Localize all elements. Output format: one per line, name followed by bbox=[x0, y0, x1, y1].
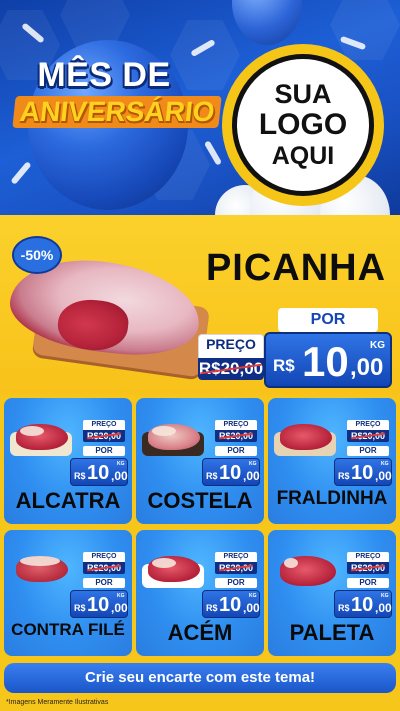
old-price: R$20,00 bbox=[215, 430, 257, 442]
product-card[interactable]: PREÇO R$20,00 POR R$ 10 ,00 KG FRALDINHA bbox=[268, 398, 396, 524]
por-label: POR bbox=[278, 308, 378, 332]
header-banner: MÊS DE ANIVERSÁRIO SUA LOGO AQUI bbox=[0, 0, 400, 215]
product-name: ACÉM bbox=[167, 620, 233, 645]
old-price: R$20,00 bbox=[83, 562, 125, 574]
product-card[interactable]: PREÇO R$20,00 POR R$ 10 ,00 KG ALCATRA bbox=[4, 398, 132, 524]
disclaimer-text: *Imagens Meramente Ilustrativas bbox=[0, 695, 400, 711]
unit-label: KG bbox=[370, 340, 385, 351]
preco-label: PREÇO bbox=[347, 420, 389, 430]
meat-image bbox=[142, 556, 204, 588]
confetti bbox=[10, 161, 32, 185]
preco-label: PREÇO bbox=[83, 552, 125, 562]
preco-label: PREÇO bbox=[347, 552, 389, 562]
price-tag: R$ 10 ,00 KG bbox=[70, 590, 128, 618]
unit-label: KG bbox=[117, 461, 125, 467]
por-label: POR bbox=[215, 578, 257, 588]
price-decimal: ,00 bbox=[243, 601, 260, 615]
unit-label: KG bbox=[117, 593, 125, 599]
price-decimal: ,00 bbox=[375, 469, 392, 483]
price-integer: 10 bbox=[302, 338, 349, 385]
price-integer: 10 bbox=[87, 462, 110, 484]
unit-label: KG bbox=[249, 461, 257, 467]
por-label: POR bbox=[83, 446, 125, 456]
price-tag: R$ 10 ,00 KG bbox=[334, 590, 392, 618]
meat-image bbox=[142, 424, 204, 456]
featured-product-name: PICANHA bbox=[205, 247, 387, 289]
unit-label: KG bbox=[381, 461, 389, 467]
product-name: CONTRA FILÉ bbox=[11, 620, 125, 639]
price-tag: R$ 10 ,00 KG bbox=[202, 458, 260, 486]
logo-text-1: SUA bbox=[274, 79, 332, 109]
product-name: PALETA bbox=[289, 620, 375, 645]
por-label: POR bbox=[347, 446, 389, 456]
campaign-title: MÊS DE ANIVERSÁRIO bbox=[12, 56, 223, 128]
por-label: POR bbox=[83, 578, 125, 588]
currency: R$ bbox=[273, 356, 295, 375]
price-integer: 10 bbox=[219, 462, 242, 484]
old-price: R$20,00 bbox=[347, 562, 389, 574]
currency: R$ bbox=[338, 471, 350, 481]
preco-label: PREÇO bbox=[215, 420, 257, 430]
preco-label: PREÇO bbox=[206, 336, 256, 352]
meat-image bbox=[10, 556, 72, 586]
price-tag: R$ 10 ,00 KG bbox=[264, 332, 392, 388]
hex-decoration bbox=[330, 0, 400, 60]
old-price: R$20,00 bbox=[215, 562, 257, 574]
currency: R$ bbox=[206, 471, 218, 481]
old-price: R$20,00 bbox=[347, 430, 389, 442]
price-tag: R$ 10 ,00 KG bbox=[202, 590, 260, 618]
title-line-2: ANIVERSÁRIO bbox=[12, 96, 223, 128]
product-name: ALCATRA bbox=[15, 488, 121, 513]
currency: R$ bbox=[74, 603, 86, 613]
create-flyer-button[interactable]: Crie seu encarte com este tema! bbox=[4, 663, 396, 693]
price-tag: R$ 10 ,00 KG bbox=[70, 458, 128, 486]
logo-text-2: LOGO bbox=[258, 108, 348, 141]
balloon-image bbox=[232, 0, 302, 45]
product-name: COSTELA bbox=[147, 488, 253, 513]
price-tag: R$ 10 ,00 KG bbox=[334, 458, 392, 486]
price-integer: 10 bbox=[351, 462, 374, 484]
logo-text-3: AQUI bbox=[271, 142, 335, 170]
price-decimal: ,00 bbox=[375, 601, 392, 615]
old-price: R$20,00 bbox=[83, 430, 125, 442]
preco-label: PREÇO bbox=[83, 420, 125, 430]
meat-image bbox=[274, 424, 336, 456]
price-integer: 10 bbox=[219, 594, 242, 616]
meat-image bbox=[10, 424, 72, 456]
product-card[interactable]: PREÇO R$20,00 POR R$ 10 ,00 KG COSTELA bbox=[136, 398, 264, 524]
price-decimal: ,00 bbox=[111, 601, 128, 615]
price-decimal: ,00 bbox=[243, 469, 260, 483]
por-label: POR bbox=[347, 578, 389, 588]
product-card[interactable]: PREÇO R$20,00 POR R$ 10 ,00 KG PALETA bbox=[268, 530, 396, 656]
price-decimal: ,00 bbox=[111, 469, 128, 483]
price-integer: 10 bbox=[351, 594, 374, 616]
price-decimal: ,00 bbox=[350, 354, 384, 381]
product-name: FRALDINHA bbox=[276, 488, 388, 509]
unit-label: KG bbox=[381, 593, 389, 599]
por-label: POR bbox=[215, 446, 257, 456]
price-integer: 10 bbox=[87, 594, 110, 616]
currency: R$ bbox=[338, 603, 350, 613]
discount-badge: -50% bbox=[12, 236, 62, 274]
old-price: R$20,00 bbox=[198, 358, 264, 380]
meat-image bbox=[274, 556, 336, 586]
title-line-1: MÊS DE bbox=[37, 56, 171, 94]
unit-label: KG bbox=[249, 593, 257, 599]
product-card[interactable]: PREÇO R$20,00 POR R$ 10 ,00 KG ACÉM bbox=[136, 530, 264, 656]
logo-placeholder: SUA LOGO AQUI bbox=[232, 54, 374, 196]
product-card[interactable]: PREÇO R$20,00 POR R$ 10 ,00 KG CONTRA FI… bbox=[4, 530, 132, 656]
currency: R$ bbox=[74, 471, 86, 481]
preco-label: PREÇO bbox=[215, 552, 257, 562]
currency: R$ bbox=[206, 603, 218, 613]
